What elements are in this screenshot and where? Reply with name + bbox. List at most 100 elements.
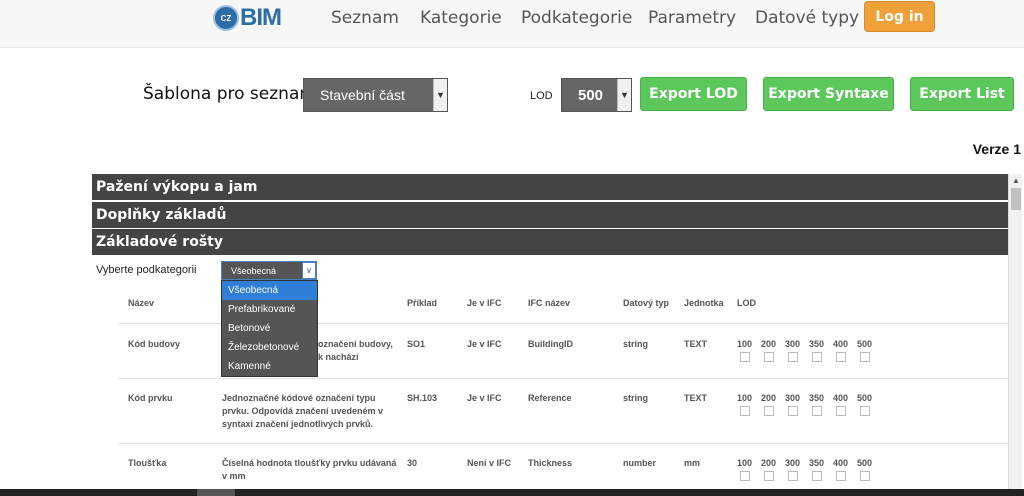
dropdown-option-zelezobetonove[interactable]: Železobetonové (222, 338, 317, 357)
logo-badge-icon: CZ (213, 5, 239, 31)
lod-level: 400 (833, 339, 849, 349)
row-name: Kód budovy (128, 339, 180, 349)
description-line: syntaxi značení jednotlivých prvků. (222, 419, 374, 429)
lod-level: 200 (761, 458, 777, 468)
category-bar[interactable]: Doplňky základů (92, 202, 1008, 228)
subcategory-label: Vyberte podkategorii (96, 264, 197, 276)
top-navigation-bar: CZ BIM Seznam Kategorie Podkategorie Par… (0, 0, 1024, 48)
row-ifc-name: Reference (528, 393, 572, 403)
row-description: Jednoznačné kódové označení typu prvku. … (222, 392, 383, 431)
logo-text: BIM (240, 4, 282, 31)
lod-checkbox[interactable] (812, 406, 822, 416)
lod-select[interactable]: 500 ▼ (561, 78, 632, 112)
lod-level: 400 (833, 393, 849, 403)
template-select-value: Stavební část (320, 87, 405, 103)
export-lod-button[interactable]: Export LOD (640, 77, 747, 111)
row-in-ifc: Je v IFC (467, 393, 502, 403)
lod-level: 350 (809, 393, 825, 403)
lod-select-value: 500 (578, 86, 604, 104)
lod-checkbox[interactable] (788, 352, 798, 362)
column-header-ifc-name: IFC název (528, 298, 571, 308)
row-unit: TEXT (684, 339, 708, 349)
lod-level: 100 (737, 393, 753, 403)
row-in-ifc: Je v IFC (467, 339, 502, 349)
description-line: označení budovy, (318, 339, 393, 349)
dropdown-option-vseobecna[interactable]: Všeobecná (222, 281, 317, 300)
row-example: 30 (407, 458, 418, 468)
export-list-button[interactable]: Export List (910, 77, 1014, 111)
lod-checkbox[interactable] (812, 352, 822, 362)
lod-level: 300 (785, 339, 801, 349)
nav-parametry[interactable]: Parametry (648, 8, 736, 28)
nav-datove-typy[interactable]: Datové typy (755, 8, 859, 28)
login-button[interactable]: Log in (864, 1, 935, 32)
column-header-lod: LOD (737, 298, 756, 308)
vertical-scrollbar[interactable]: ▲ (1008, 174, 1022, 496)
lod-level: 350 (809, 339, 825, 349)
nav-kategorie[interactable]: Kategorie (420, 8, 502, 28)
row-example: SO1 (407, 339, 426, 349)
lod-checkbox[interactable] (740, 352, 750, 362)
czbim-logo[interactable]: CZ BIM (213, 4, 282, 31)
nav-seznam[interactable]: Seznam (331, 8, 399, 28)
row-divider (118, 443, 1008, 444)
column-header-name: Název (128, 298, 155, 308)
lod-checkbox[interactable] (860, 471, 870, 481)
scroll-up-icon[interactable]: ▲ (1009, 174, 1023, 186)
column-header-data-type: Datový typ (623, 298, 670, 308)
description-line: v mm (222, 471, 246, 481)
row-ifc-name: Thickness (528, 458, 573, 468)
taskbar (0, 489, 1024, 496)
lod-level: 100 (737, 458, 753, 468)
row-in-ifc: Není v IFC (467, 458, 512, 468)
lod-checkbox[interactable] (860, 352, 870, 362)
lod-checkbox[interactable] (836, 471, 846, 481)
column-header-example: Příklad (407, 298, 438, 308)
lod-level: 200 (761, 393, 777, 403)
description-line: Jednoznačné kódové označení typu (222, 393, 376, 403)
row-name: Kód prvku (128, 393, 173, 403)
category-bar[interactable]: Základové rošty (92, 229, 1008, 255)
row-description: označení budovy, k nachází (318, 338, 393, 364)
lod-checkbox[interactable] (764, 406, 774, 416)
subcategory-dropdown: Všeobecná Prefabrikované Betonové Železo… (221, 280, 318, 377)
description-line: prvku. Odpovídá značení uvedeném v (222, 406, 384, 416)
dropdown-option-betonove[interactable]: Betonové (222, 319, 317, 338)
lod-checkbox[interactable] (836, 406, 846, 416)
taskbar-item[interactable] (197, 489, 235, 496)
row-example: SH.103 (407, 393, 438, 403)
dropdown-option-prefabrikovane[interactable]: Prefabrikované (222, 300, 317, 319)
lod-checkbox[interactable] (788, 471, 798, 481)
category-bar[interactable]: Pažení výkopu a jam (92, 174, 1008, 200)
row-data-type: string (623, 393, 649, 403)
export-syntax-button[interactable]: Export Syntaxe (763, 77, 894, 111)
lod-checkbox[interactable] (836, 352, 846, 362)
lod-checkbox[interactable] (764, 471, 774, 481)
row-unit: TEXT (684, 393, 708, 403)
row-data-type: string (623, 339, 649, 349)
chevron-down-icon: ∨ (302, 262, 316, 279)
row-data-type: number (623, 458, 657, 468)
row-ifc-name: BuildingID (528, 339, 573, 349)
lod-checkbox[interactable] (812, 471, 822, 481)
row-description: Číselná hodnota tloušťky prvku udávaná v… (222, 457, 396, 483)
row-name: Tloušťka (128, 458, 167, 468)
lod-checkbox[interactable] (764, 352, 774, 362)
lod-checkbox[interactable] (860, 406, 870, 416)
lod-level: 300 (785, 458, 801, 468)
lod-checkbox[interactable] (788, 406, 798, 416)
row-divider (118, 378, 1008, 379)
column-header-in-ifc: Je v IFC (467, 298, 502, 308)
chevron-down-icon: ▼ (433, 79, 447, 111)
template-label: Šablona pro seznam (143, 84, 316, 104)
lod-checkbox[interactable] (740, 471, 750, 481)
scrollbar-thumb[interactable] (1011, 188, 1021, 210)
lod-level: 350 (809, 458, 825, 468)
subcategory-select[interactable]: Všeobecná ∨ (221, 261, 317, 280)
nav-podkategorie[interactable]: Podkategorie (521, 8, 632, 28)
dropdown-option-kamenne[interactable]: Kamenné (222, 357, 317, 376)
lod-level: 500 (857, 339, 873, 349)
lod-checkbox[interactable] (740, 406, 750, 416)
lod-label: LOD (530, 90, 553, 102)
template-select[interactable]: Stavební část ▼ (303, 78, 448, 112)
